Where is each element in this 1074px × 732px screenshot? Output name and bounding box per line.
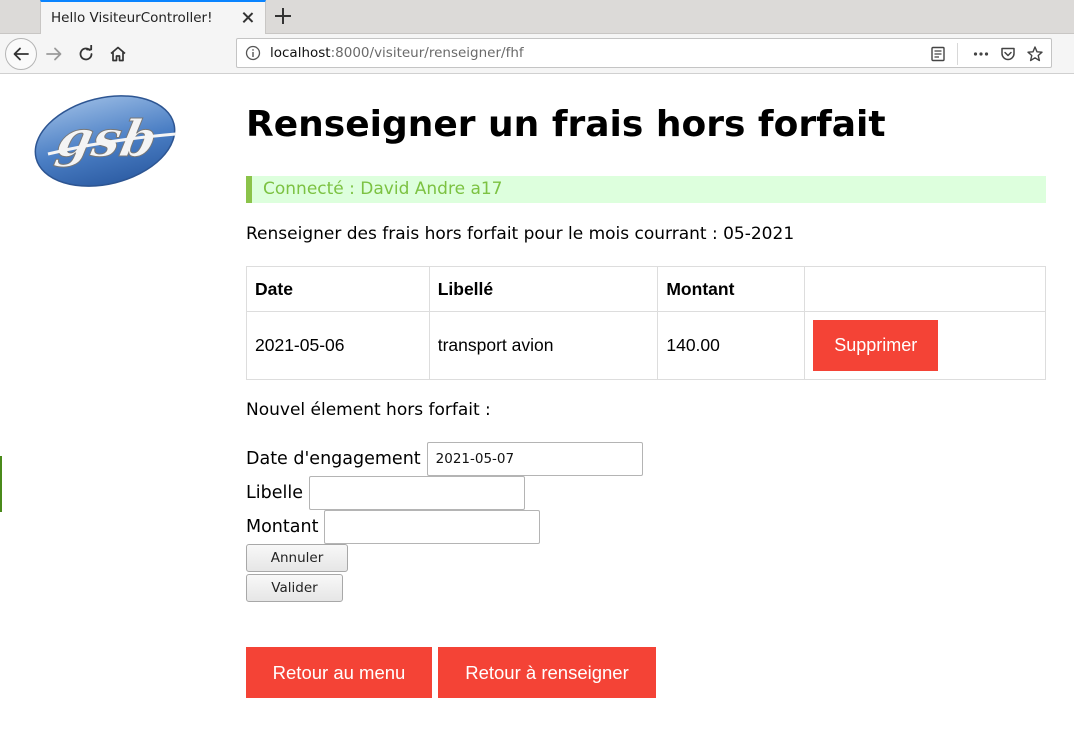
submit-button[interactable]: Valider <box>246 574 343 602</box>
url-path: :8000/visiteur/renseigner/fhf <box>330 45 524 61</box>
cell-date: 2021-05-06 <box>246 311 430 380</box>
fees-table: Date Libellé Montant 2021-05-06 transpor… <box>246 266 1046 380</box>
table-header-row: Date Libellé Montant <box>246 266 1046 312</box>
cell-libelle: transport avion <box>428 311 659 380</box>
page-title: Renseigner un frais hors forfait <box>246 104 886 145</box>
address-bar-divider <box>957 43 958 65</box>
address-bar[interactable]: localhost:8000/visiteur/renseigner/fhf <box>236 38 1052 68</box>
reader-view-icon[interactable] <box>929 45 947 63</box>
back-to-menu-button[interactable]: Retour au menu <box>246 647 432 698</box>
form-row-montant: Montant <box>246 510 541 544</box>
montant-label: Montant <box>246 517 319 537</box>
reload-button[interactable] <box>70 38 102 70</box>
forward-arrow-icon <box>46 47 62 61</box>
cell-montant: 140.00 <box>657 311 806 380</box>
pocket-icon[interactable] <box>999 45 1017 63</box>
window-edge-mark <box>0 456 2 512</box>
logo-text: gsb <box>52 110 162 168</box>
star-icon[interactable] <box>1026 45 1044 63</box>
header-montant: Montant <box>657 266 806 312</box>
form-row-libelle: Libelle <box>246 476 525 510</box>
browser-nav-bar: localhost:8000/visiteur/renseigner/fhf <box>0 34 1074 74</box>
home-icon <box>110 46 126 62</box>
back-to-fill-button[interactable]: Retour à renseigner <box>438 647 656 698</box>
cancel-button[interactable]: Annuler <box>246 544 348 572</box>
browser-tab-bar: Hello VisiteurController! <box>0 0 1074 34</box>
new-tab-plus-icon[interactable] <box>272 5 294 27</box>
new-element-heading: Nouvel élement hors forfait : <box>246 400 491 420</box>
table-row: 2021-05-06 transport avion 140.00 Suppri… <box>246 311 1046 380</box>
browser-tab[interactable]: Hello VisiteurController! <box>40 0 266 34</box>
form-row-date: Date d'engagement 2021-05-07 <box>246 442 643 476</box>
back-button[interactable] <box>5 38 37 70</box>
forward-button[interactable] <box>38 38 70 70</box>
url-host: localhost <box>270 45 331 61</box>
reload-icon <box>79 45 93 61</box>
url-text[interactable]: localhost:8000/visiteur/renseigner/fhf <box>270 45 524 61</box>
back-arrow-icon <box>13 47 29 61</box>
info-icon[interactable] <box>245 45 261 61</box>
connected-user-text: Connecté : David Andre a17 <box>263 179 503 199</box>
date-input[interactable]: 2021-05-07 <box>426 442 643 476</box>
header-action <box>804 266 1046 312</box>
cell-action: Supprimer <box>804 311 1046 380</box>
intro-text: Renseigner des frais hors forfait pour l… <box>246 224 795 244</box>
montant-input[interactable] <box>324 510 541 544</box>
close-icon[interactable] <box>241 8 255 26</box>
delete-button[interactable]: Supprimer <box>813 320 939 371</box>
date-label: Date d'engagement <box>246 449 421 469</box>
header-libelle: Libellé <box>428 266 659 312</box>
gsb-logo: gsb <box>34 95 177 187</box>
connected-banner: Connecté : David Andre a17 <box>246 176 1046 203</box>
tab-title: Hello VisiteurController! <box>51 10 213 26</box>
libelle-label: Libelle <box>246 483 303 503</box>
libelle-input[interactable] <box>308 476 525 510</box>
header-date: Date <box>246 266 430 312</box>
home-button[interactable] <box>102 38 134 70</box>
more-icon[interactable] <box>972 45 990 63</box>
